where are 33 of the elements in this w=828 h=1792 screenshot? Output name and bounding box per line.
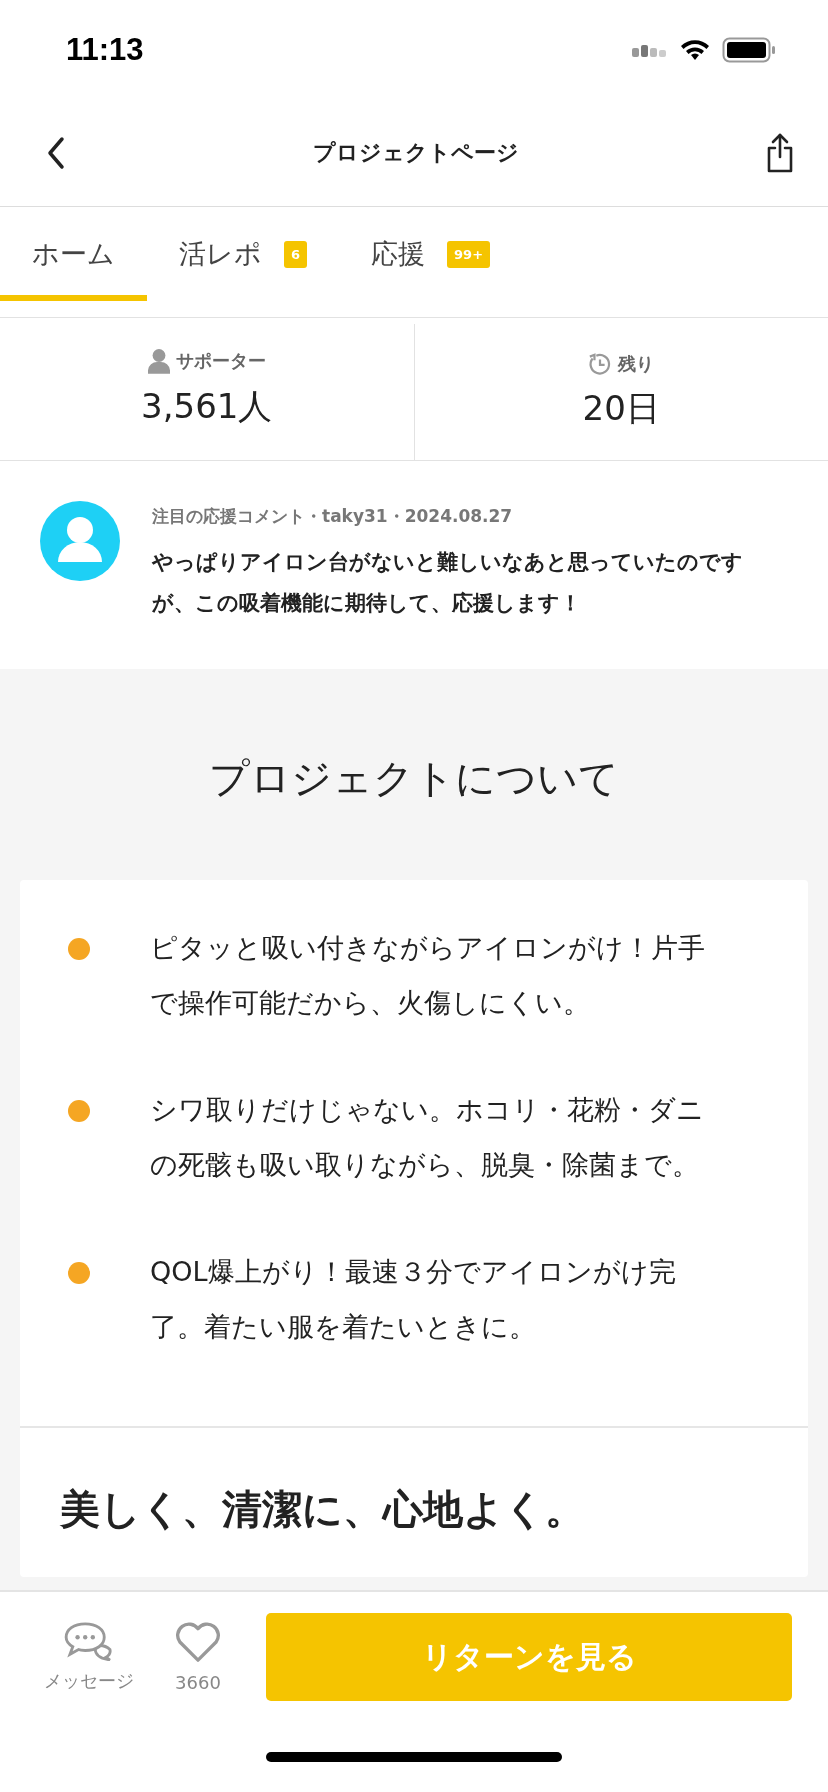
back-icon [46, 136, 66, 170]
count-badge: 6 [284, 240, 308, 268]
bullet-text: シワ取りだけじゃない。ホコリ・花粉・ダニの死骸も吸い取りながら、脱臭・除菌まで。 [150, 1093, 705, 1182]
subheading: 美しく、清潔に、心地よく。 [59, 1485, 586, 1534]
count-badge: 99+ [447, 240, 491, 268]
stat-label: 残り [618, 352, 655, 376]
heart-icon [174, 1621, 222, 1664]
signal-icon [632, 43, 668, 57]
status-time: 11:13 [66, 32, 144, 68]
section-heading: プロジェクトについて [208, 754, 620, 803]
tab[interactable]: ホーム [0, 207, 147, 301]
wifi-icon [680, 39, 710, 61]
message-button[interactable]: メッセージ [44, 1621, 134, 1693]
person-icon [147, 348, 170, 374]
bullet-text: ピタッと吸い付きながらアイロンがけ！片手で操作可能だから、火傷しにくい。 [150, 931, 706, 1020]
like-button[interactable]: 3660 [174, 1621, 222, 1693]
comment-meta: 注目の応援コメント・taky31・2024.08.27 [152, 505, 514, 528]
battery-icon [722, 37, 776, 63]
share-icon [766, 133, 794, 173]
page-title: プロジェクトページ [313, 139, 519, 167]
tab[interactable]: 活レポ 6 [147, 207, 340, 301]
stat-value: 3,561人 [141, 385, 273, 428]
bullet-icon [68, 1262, 90, 1284]
timer-icon [588, 352, 613, 376]
tab[interactable]: 応援 99+ [339, 207, 523, 301]
stat-label: サポーター [175, 349, 266, 373]
chat-bubbles-icon [64, 1621, 114, 1661]
stat-value: 20日 [582, 387, 660, 430]
bullet-icon [68, 938, 90, 960]
bullet-icon [68, 1100, 90, 1122]
avatar-icon [40, 501, 120, 581]
comment-text: やっぱりアイロン台がないと難しいなあと思っていたのですが、この吸着機能に期待して、応援します！ [152, 549, 744, 617]
bullet-text: QOL爆上がり！最速３分でアイロンがけ完了。着たい服を着たいときに。 [150, 1255, 677, 1344]
